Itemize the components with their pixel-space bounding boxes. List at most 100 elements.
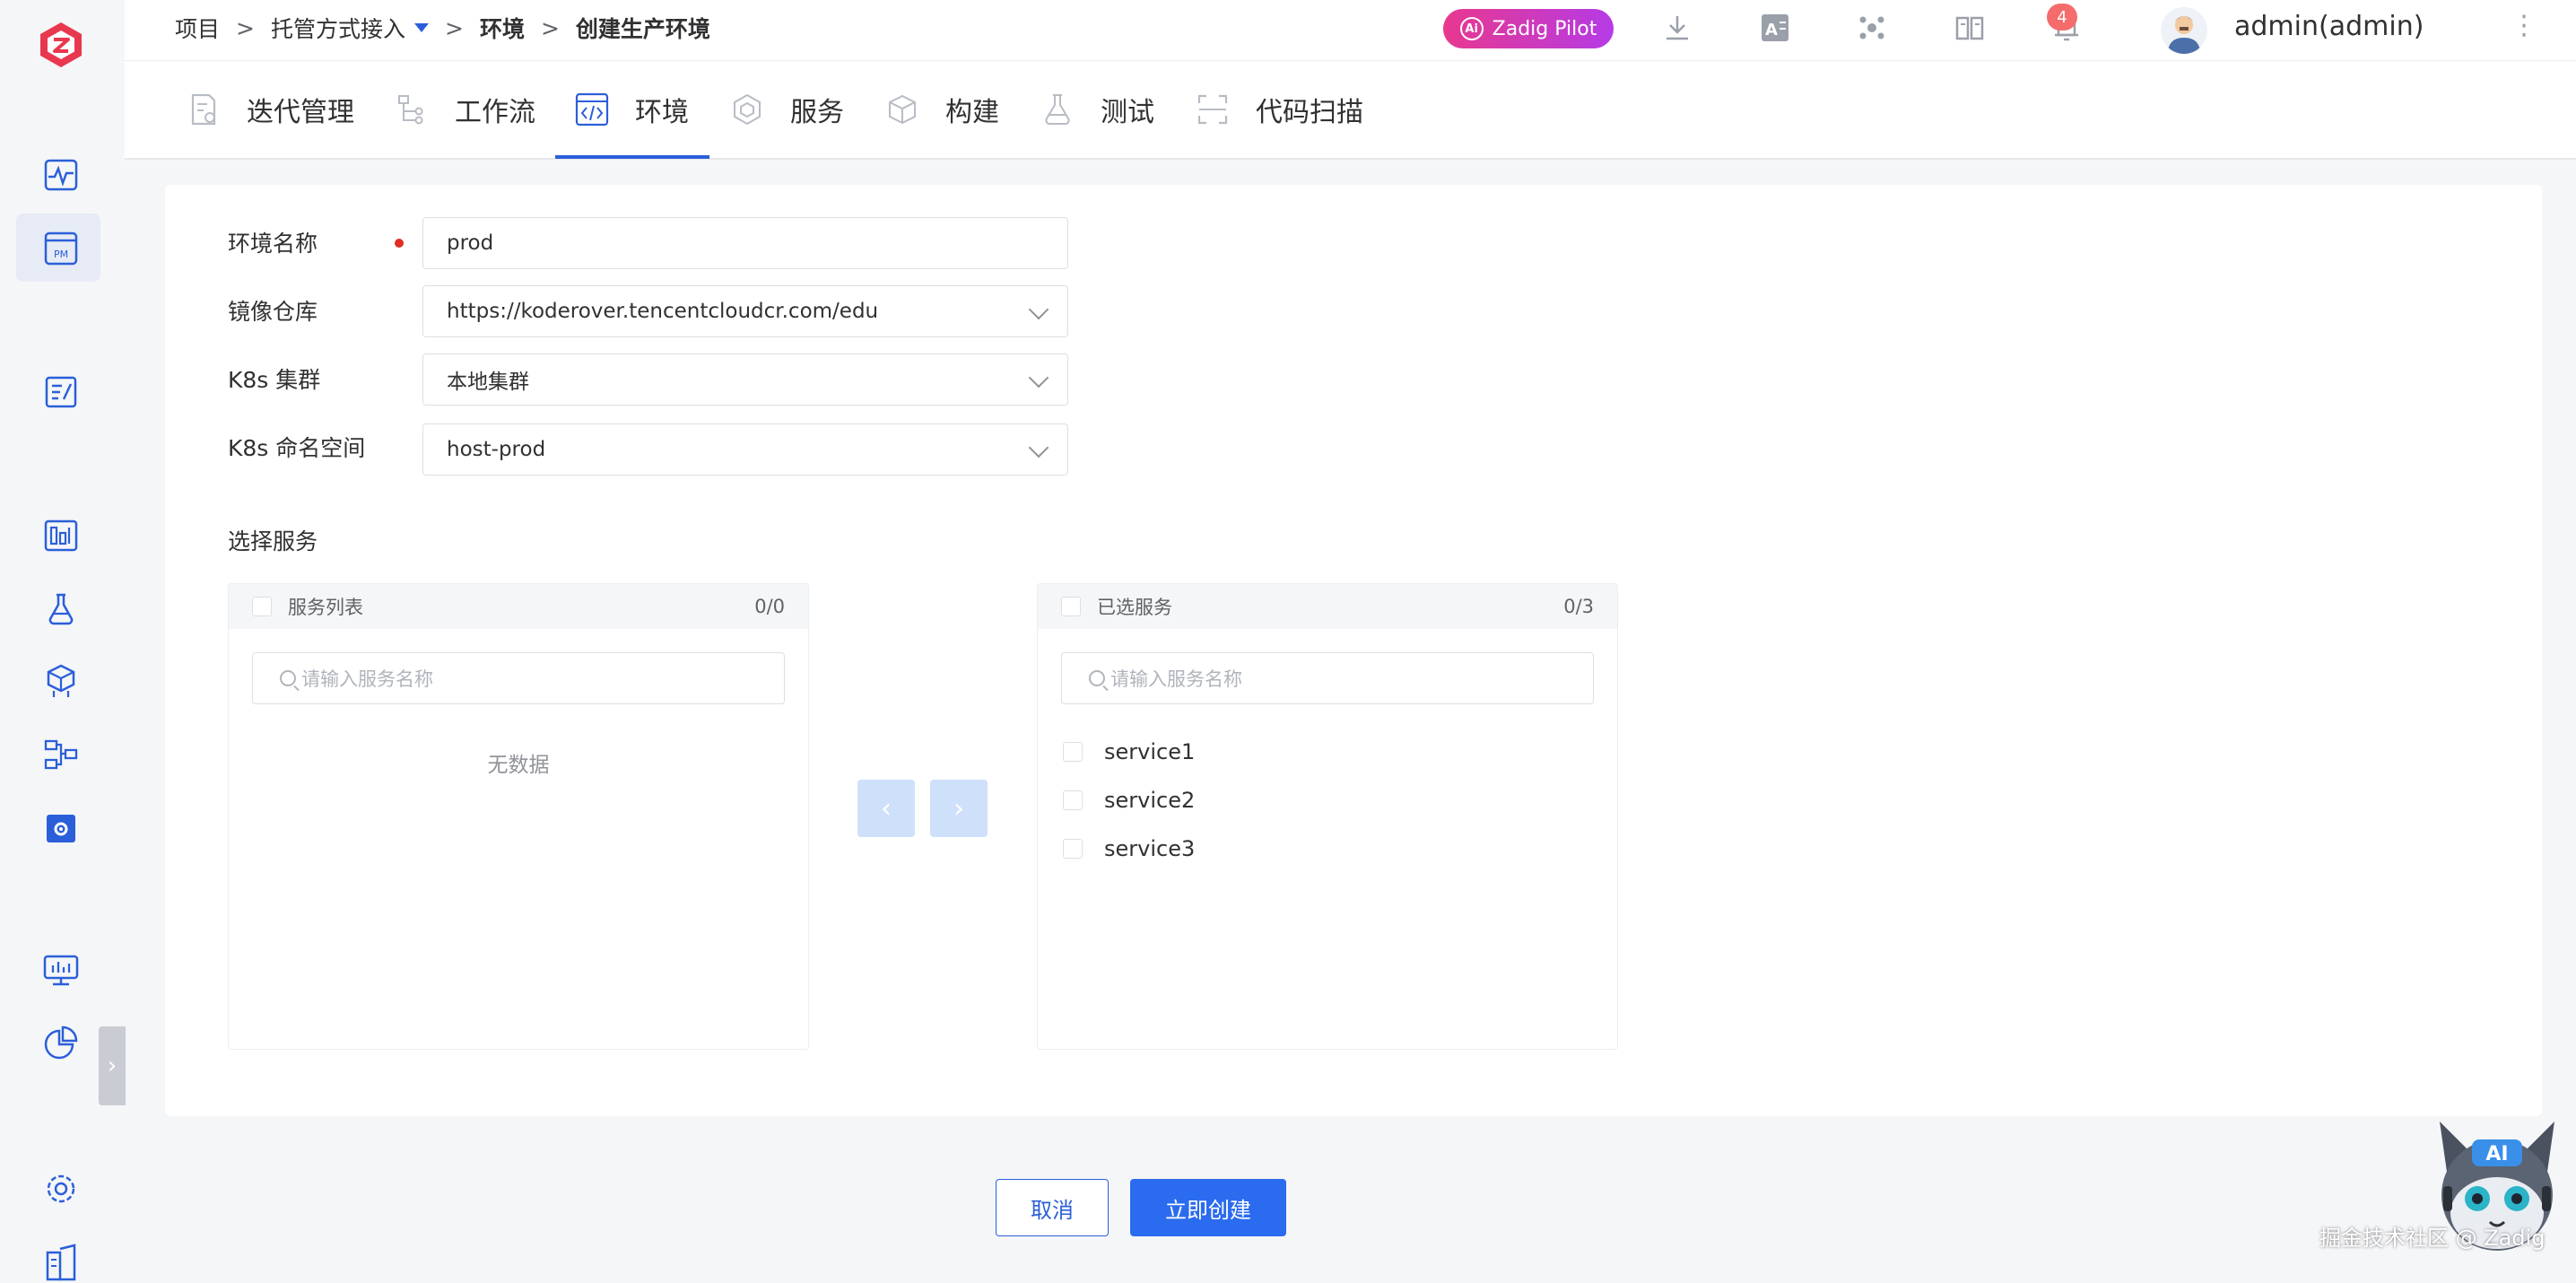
rail-expand-toggle[interactable]: › xyxy=(99,1026,126,1105)
tab-test[interactable]: 测试 xyxy=(1040,61,1154,158)
pipeline-icon[interactable] xyxy=(40,734,82,775)
tab-iteration[interactable]: 迭代管理 xyxy=(186,61,354,158)
create-now-button[interactable]: 立即创建 xyxy=(1130,1179,1286,1236)
translate-icon[interactable]: A xyxy=(1758,11,1792,45)
breadcrumb-project[interactable]: 托管方式接入 xyxy=(271,12,405,44)
zadig-pilot-button[interactable]: Ai Zadig Pilot xyxy=(1443,9,1614,48)
caret-down-icon[interactable] xyxy=(413,23,429,32)
selected-services-title: 已选服务 xyxy=(1097,597,1172,618)
reports-icon[interactable] xyxy=(40,515,82,556)
system-settings-icon[interactable] xyxy=(40,1168,82,1209)
chevron-right-icon: › xyxy=(953,792,964,825)
search-placeholder: 请输入服务名称 xyxy=(1110,668,1242,690)
enterprise-icon[interactable] xyxy=(40,1242,82,1283)
test-flask-icon[interactable] xyxy=(40,589,82,630)
tab-label: 工作流 xyxy=(455,97,535,128)
namespace-label: K8s 命名空间 xyxy=(228,435,366,461)
hub-icon[interactable] xyxy=(1855,11,1889,45)
breadcrumb-current: 创建生产环境 xyxy=(575,16,710,42)
empty-state: 无数据 xyxy=(487,754,550,777)
avatar[interactable] xyxy=(2161,7,2207,54)
service-list-panel: 服务列表 0/0 请输入服务名称 无数据 xyxy=(228,583,809,1050)
chevron-down-icon xyxy=(1028,367,1049,388)
service-list-search-input[interactable]: 请输入服务名称 xyxy=(252,652,785,704)
top-header: 项目 > 托管方式接入 > 环境 > 创建生产环境 Ai Zadig Pilot… xyxy=(125,0,2576,61)
chevron-down-icon xyxy=(1028,299,1049,320)
tab-label: 代码扫描 xyxy=(1256,97,1363,128)
zadig-logo-icon[interactable] xyxy=(36,20,86,70)
pie-chart-icon[interactable] xyxy=(40,1023,82,1064)
namespace-select[interactable]: host-prod xyxy=(422,423,1068,476)
cluster-select[interactable]: 本地集群 xyxy=(422,353,1068,406)
svg-text:A: A xyxy=(1765,21,1778,39)
service-icon xyxy=(734,93,761,126)
create-environment-card: 环境名称 prod 镜像仓库 https://koderover.tencent… xyxy=(165,185,2542,1116)
dashboard-icon[interactable] xyxy=(40,154,82,196)
code-icon xyxy=(575,92,609,127)
build-icon xyxy=(889,94,916,125)
move-right-button[interactable]: › xyxy=(930,780,988,837)
tab-label: 迭代管理 xyxy=(247,97,354,128)
cancel-button[interactable]: 取消 xyxy=(996,1179,1109,1236)
svg-text:AI: AI xyxy=(2485,1143,2508,1165)
chevron-left-icon: ‹ xyxy=(881,792,892,825)
tab-workflow[interactable]: 工作流 xyxy=(394,61,535,158)
monitor-icon[interactable] xyxy=(40,949,82,991)
left-rail: PM › xyxy=(0,0,126,1283)
service-list-header: 服务列表 0/0 xyxy=(229,584,808,629)
env-name-input[interactable]: prod xyxy=(422,217,1068,269)
search-icon xyxy=(1089,670,1105,686)
breadcrumb-environment[interactable]: 环境 xyxy=(480,12,525,44)
tab-environment[interactable]: 环境 xyxy=(574,61,689,158)
more-vertical-icon[interactable]: ⋮ xyxy=(2511,13,2537,39)
cluster-label: K8s 集群 xyxy=(228,367,321,393)
service-checkbox[interactable] xyxy=(1063,839,1083,859)
selected-services-panel: 已选服务 0/3 请输入服务名称 service1 service2 servi… xyxy=(1037,583,1618,1050)
release-notes-icon[interactable] xyxy=(40,371,82,413)
tab-label: 构建 xyxy=(945,97,999,128)
tab-label: 服务 xyxy=(790,97,844,128)
breadcrumb-separator: > xyxy=(540,14,560,41)
list-item[interactable]: service1 xyxy=(1063,738,1195,765)
selected-services-header: 已选服务 0/3 xyxy=(1038,584,1617,629)
selected-services-search-input[interactable]: 请输入服务名称 xyxy=(1061,652,1594,704)
tab-code-scan[interactable]: 代码扫描 xyxy=(1195,61,1363,158)
tab-service[interactable]: 服务 xyxy=(729,61,844,158)
flask-icon xyxy=(1045,94,1070,126)
select-services-title: 选择服务 xyxy=(228,528,318,554)
selected-services-count: 0/3 xyxy=(1563,596,1594,617)
list-item[interactable]: service2 xyxy=(1063,787,1195,814)
cluster-value: 本地集群 xyxy=(447,371,529,394)
service-list-count: 0/0 xyxy=(754,596,785,617)
workflow-icon xyxy=(398,95,423,125)
breadcrumb-separator: > xyxy=(444,14,464,41)
required-marker xyxy=(395,239,404,248)
service-checkbox[interactable] xyxy=(1063,790,1083,810)
iteration-icon xyxy=(191,93,216,126)
search-icon xyxy=(280,670,296,686)
move-left-button[interactable]: ‹ xyxy=(857,780,915,837)
list-item[interactable]: service3 xyxy=(1063,835,1195,862)
breadcrumb-projects[interactable]: 项目 xyxy=(175,12,220,44)
pilot-label: Zadig Pilot xyxy=(1492,17,1597,40)
select-all-checkbox[interactable] xyxy=(252,597,272,616)
registry-label: 镜像仓库 xyxy=(228,299,318,325)
chevron-down-icon xyxy=(1028,437,1049,458)
tab-build[interactable]: 构建 xyxy=(884,61,999,158)
watermark-text: 掘金技术社区 @ Zadig xyxy=(2319,1226,2546,1251)
username[interactable]: admin(admin) xyxy=(2234,11,2424,42)
select-all-checkbox[interactable] xyxy=(1061,597,1081,616)
download-icon[interactable] xyxy=(1660,11,1694,45)
registry-select[interactable]: https://koderover.tencentcloudcr.com/edu xyxy=(422,285,1068,337)
registry-value: https://koderover.tencentcloudcr.com/edu xyxy=(447,300,879,323)
artifact-icon[interactable] xyxy=(40,660,82,702)
ai-icon: Ai xyxy=(1459,17,1484,40)
service-name: service2 xyxy=(1104,788,1196,813)
tab-label: 测试 xyxy=(1101,97,1154,128)
breadcrumb: 项目 > 托管方式接入 > 环境 > 创建生产环境 xyxy=(175,0,710,56)
settings-app-icon[interactable] xyxy=(40,807,82,849)
chevron-right-icon: › xyxy=(107,1052,117,1079)
service-checkbox[interactable] xyxy=(1063,742,1083,762)
docs-icon[interactable] xyxy=(1953,11,1987,45)
project-management-icon[interactable]: PM xyxy=(40,228,82,269)
